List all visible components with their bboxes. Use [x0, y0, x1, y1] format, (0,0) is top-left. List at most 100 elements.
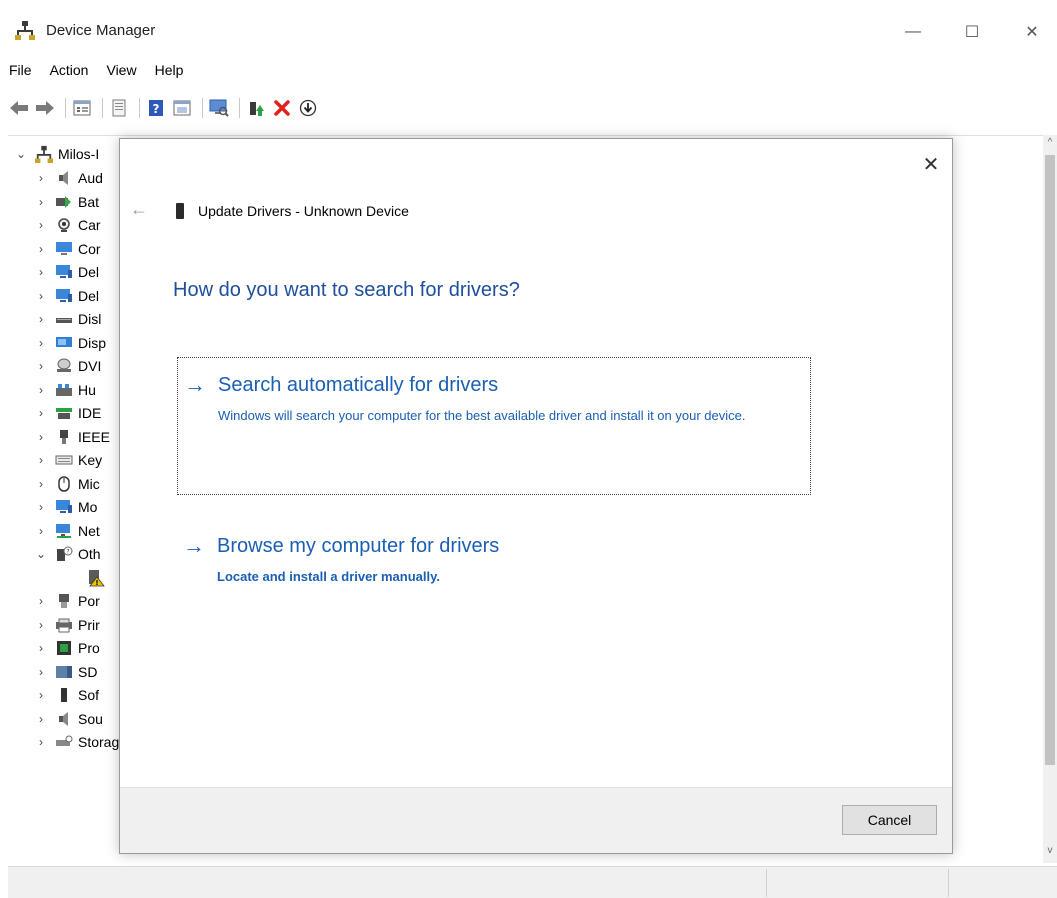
chevron-right-icon[interactable]: ›	[34, 430, 48, 444]
properties-icon[interactable]	[71, 97, 93, 119]
chevron-right-icon[interactable]: ›	[34, 289, 48, 303]
chevron-right-icon[interactable]: ›	[34, 218, 48, 232]
chevron-right-icon[interactable]: ›	[34, 312, 48, 326]
cancel-button[interactable]: Cancel	[842, 805, 937, 835]
processor-icon	[54, 639, 74, 657]
chevron-right-icon[interactable]: ›	[34, 735, 48, 749]
tree-item-label: Car	[78, 217, 101, 233]
dialog-back-button[interactable]: ←	[130, 199, 148, 220]
update-driver-icon[interactable]	[245, 97, 267, 119]
close-window-button[interactable]: ✕	[1012, 14, 1052, 50]
svg-text:!: !	[95, 579, 98, 587]
chevron-right-icon[interactable]: ›	[34, 500, 48, 514]
tree-category-item[interactable]: › Disp	[34, 331, 106, 355]
option-title[interactable]: Browse my computer for drivers	[217, 535, 499, 558]
tree-category-item[interactable]: › Del	[34, 260, 99, 284]
tree-category-item[interactable]: › Car	[34, 213, 101, 237]
tree-root[interactable]: ⌄ Milos-I	[14, 142, 99, 166]
download-icon[interactable]	[297, 97, 319, 119]
tree-category-item[interactable]: › DVI	[34, 354, 101, 378]
tree-category-item[interactable]: › Prir	[34, 613, 100, 637]
maximize-button[interactable]: ☐	[952, 14, 992, 50]
option-title[interactable]: Search automatically for drivers	[218, 374, 498, 397]
scroll-down-icon[interactable]: v	[1043, 845, 1057, 856]
toolbar-separator	[239, 98, 240, 118]
computer-root-icon	[34, 145, 54, 163]
chevron-right-icon[interactable]: ›	[34, 242, 48, 256]
sd-icon	[54, 663, 74, 681]
tree-category-item[interactable]: › Hu	[34, 378, 96, 402]
tree-item-label: Del	[78, 264, 100, 280]
scrollbar-thumb[interactable]	[1045, 155, 1055, 765]
tree-category-item[interactable]: › Cor	[34, 237, 101, 261]
menu-action[interactable]: Action	[41, 58, 98, 84]
port-icon	[54, 592, 74, 610]
tree-category-item[interactable]: › SD	[34, 660, 97, 684]
chevron-right-icon[interactable]: ›	[34, 477, 48, 491]
menu-file[interactable]: File	[0, 58, 41, 84]
minimize-button[interactable]: —	[893, 14, 933, 50]
tree-category-item[interactable]: › Net	[34, 519, 100, 543]
menu-help[interactable]: Help	[146, 58, 193, 84]
chevron-right-icon[interactable]: ›	[34, 453, 48, 467]
chevron-right-icon[interactable]: ›	[34, 641, 48, 655]
back-icon[interactable]	[8, 97, 30, 119]
scan-hardware-icon[interactable]	[208, 97, 230, 119]
chevron-right-icon[interactable]: ›	[34, 171, 48, 185]
uninstall-icon[interactable]	[271, 97, 293, 119]
toolbar-separator	[139, 98, 140, 118]
tree-category-item[interactable]: › Del	[34, 284, 99, 308]
tree-item-label: IDE	[78, 405, 102, 421]
tree-category-item[interactable]: ⌄? Oth	[34, 542, 101, 566]
svg-text:?: ?	[153, 102, 160, 116]
tree-category-item[interactable]: › IDE	[34, 401, 101, 425]
chevron-right-icon[interactable]: ›	[34, 688, 48, 702]
menu-view[interactable]: View	[97, 58, 145, 84]
tree-item-label: Bat	[78, 193, 100, 210]
tree-category-item[interactable]: › Pro	[34, 636, 100, 660]
tree-item-label: Disp	[78, 334, 107, 351]
arrow-right-icon: →	[183, 533, 205, 558]
tree-item-label: Hu	[78, 381, 96, 398]
search-automatically-option[interactable]: → Search automatically for drivers Windo…	[177, 357, 811, 495]
chevron-down-icon[interactable]: ⌄	[14, 147, 28, 161]
tree-item-label: SD	[78, 663, 98, 680]
tree-category-item[interactable]: › IEEE	[34, 425, 110, 449]
chevron-right-icon[interactable]: ›	[34, 383, 48, 397]
hid-icon	[54, 381, 74, 399]
tree-category-item[interactable]: › Mic	[34, 472, 100, 496]
browse-computer-option[interactable]: → Browse my computer for drivers Locate …	[177, 519, 811, 589]
chevron-right-icon[interactable]: ›	[34, 265, 48, 279]
chevron-right-icon[interactable]: ›	[34, 665, 48, 679]
scroll-up-icon[interactable]: ^	[1043, 137, 1057, 148]
tree-category-item[interactable]: › Key	[34, 448, 102, 472]
status-divider	[948, 869, 949, 897]
chevron-right-icon[interactable]: ›	[34, 594, 48, 608]
tree-category-item[interactable]: › Sou	[34, 707, 103, 731]
chevron-right-icon[interactable]: ›	[34, 406, 48, 420]
dialog-close-button[interactable]: ✕	[916, 149, 946, 179]
tree-item-label: Oth	[78, 546, 101, 562]
chevron-right-icon[interactable]: ›	[34, 359, 48, 373]
help-icon[interactable]: ?	[145, 97, 167, 119]
tree-device-item[interactable]: !	[80, 566, 110, 590]
chevron-right-icon[interactable]: ›	[34, 712, 48, 726]
forward-icon[interactable]	[34, 97, 56, 119]
tree-category-item[interactable]: › Mo	[34, 495, 97, 519]
tree-item-label: Aud	[78, 170, 103, 186]
vertical-scrollbar[interactable]: ^ v	[1043, 135, 1057, 863]
dialog-question: How do you want to search for drivers?	[173, 279, 520, 301]
chevron-right-icon[interactable]: ›	[34, 195, 48, 209]
tree-category-item[interactable]: › Por	[34, 589, 100, 613]
chevron-right-icon[interactable]: ›	[34, 618, 48, 632]
view-icon[interactable]	[171, 97, 193, 119]
chevron-down-icon[interactable]: ⌄	[34, 547, 48, 561]
chevron-right-icon[interactable]: ›	[34, 524, 48, 538]
show-hidden-icon[interactable]	[108, 97, 130, 119]
tree-category-item[interactable]: › Bat	[34, 190, 99, 214]
chevron-right-icon[interactable]: ›	[34, 336, 48, 350]
tree-category-item[interactable]: › Disl	[34, 307, 101, 331]
toolbar-separator	[65, 98, 66, 118]
tree-category-item[interactable]: › Aud	[34, 166, 103, 190]
tree-category-item[interactable]: › Sof	[34, 683, 99, 707]
